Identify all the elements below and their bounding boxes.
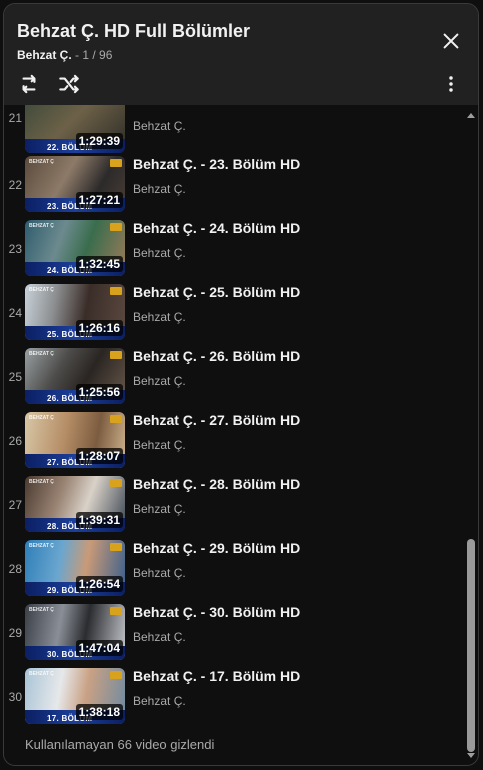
playlist-item[interactable]: 30 BEHZAT Ç 17. BÖLÜM 1:38:18 Behzat Ç. … bbox=[4, 668, 462, 732]
hd-badge-icon bbox=[110, 415, 122, 423]
video-channel: Behzat Ç. bbox=[133, 310, 186, 324]
playlist-item[interactable]: 29 BEHZAT Ç 30. BÖLÜM 1:47:04 Behzat Ç. … bbox=[4, 604, 462, 668]
scrollbar-thumb[interactable] bbox=[467, 539, 475, 752]
hd-badge-icon bbox=[110, 223, 122, 231]
video-thumbnail[interactable]: BEHZAT Ç 23. BÖLÜM 1:27:21 bbox=[25, 156, 125, 212]
video-duration: 1:27:21 bbox=[75, 192, 123, 208]
item-index: 23 bbox=[8, 242, 22, 256]
item-index: 28 bbox=[8, 562, 22, 576]
video-thumbnail[interactable]: BEHZAT Ç 26. BÖLÜM 1:25:56 bbox=[25, 348, 125, 404]
video-channel: Behzat Ç. bbox=[133, 630, 186, 644]
video-thumbnail[interactable]: BEHZAT Ç 29. BÖLÜM 1:26:54 bbox=[25, 540, 125, 596]
video-duration: 1:25:56 bbox=[75, 384, 123, 400]
playlist-item[interactable]: 28 BEHZAT Ç 29. BÖLÜM 1:26:54 Behzat Ç. … bbox=[4, 540, 462, 604]
video-thumbnail[interactable]: BEHZAT Ç 30. BÖLÜM 1:47:04 bbox=[25, 604, 125, 660]
channel-logo-icon: BEHZAT Ç bbox=[29, 607, 54, 613]
video-title[interactable]: Behzat Ç. - 27. Bölüm HD bbox=[133, 412, 300, 428]
video-title[interactable]: Behzat Ç. - 24. Bölüm HD bbox=[133, 220, 300, 236]
channel-logo-icon: BEHZAT Ç bbox=[29, 671, 54, 677]
item-index: 21 bbox=[8, 111, 22, 125]
playlist-item[interactable]: 23 BEHZAT Ç 24. BÖLÜM 1:32:45 Behzat Ç. … bbox=[4, 220, 462, 284]
playlist-scrollbar[interactable] bbox=[462, 105, 478, 765]
item-index: 30 bbox=[8, 690, 22, 704]
hd-badge-icon bbox=[110, 671, 122, 679]
playlist-item[interactable]: 25 BEHZAT Ç 26. BÖLÜM 1:25:56 Behzat Ç. … bbox=[4, 348, 462, 412]
video-channel: Behzat Ç. bbox=[133, 694, 186, 708]
playlist-header: Behzat Ç. HD Full Bölümler Behzat Ç. - 1… bbox=[4, 4, 478, 105]
video-thumbnail[interactable]: BEHZAT Ç 24. BÖLÜM 1:32:45 bbox=[25, 220, 125, 276]
video-title[interactable]: Behzat Ç. - 25. Bölüm HD bbox=[133, 284, 300, 300]
video-thumbnail[interactable]: BEHZAT Ç 25. BÖLÜM 1:26:16 bbox=[25, 284, 125, 340]
video-thumbnail[interactable]: BEHZAT Ç 17. BÖLÜM 1:38:18 bbox=[25, 668, 125, 724]
video-duration: 1:28:07 bbox=[75, 448, 123, 464]
channel-logo-icon: BEHZAT Ç bbox=[29, 223, 54, 229]
subtitle-separator: - bbox=[71, 48, 83, 62]
video-title[interactable]: Behzat Ç. - 29. Bölüm HD bbox=[133, 540, 300, 556]
video-channel: Behzat Ç. bbox=[133, 502, 186, 516]
more-vert-icon[interactable] bbox=[440, 71, 462, 97]
video-title[interactable]: Behzat Ç. - 23. Bölüm HD bbox=[133, 156, 300, 172]
channel-logo-icon: BEHZAT Ç bbox=[29, 351, 54, 357]
hd-badge-icon bbox=[110, 479, 122, 487]
hd-badge-icon bbox=[110, 543, 122, 551]
playlist-panel: Behzat Ç. HD Full Bölümler Behzat Ç. - 1… bbox=[3, 3, 479, 766]
video-title[interactable]: Behzat Ç. - 30. Bölüm HD bbox=[133, 604, 300, 620]
playlist-item[interactable]: 26 BEHZAT Ç 27. BÖLÜM 1:28:07 Behzat Ç. … bbox=[4, 412, 462, 476]
playlist-items: 21 22. BÖLÜM 1:29:39 Behzat Ç. 22 BEHZAT… bbox=[4, 105, 462, 765]
video-title[interactable]: Behzat Ç. - 28. Bölüm HD bbox=[133, 476, 300, 492]
video-channel: Behzat Ç. bbox=[133, 374, 186, 388]
channel-logo-icon: BEHZAT Ç bbox=[29, 287, 54, 293]
item-index: 26 bbox=[8, 434, 22, 448]
close-icon[interactable] bbox=[440, 30, 462, 52]
channel-logo-icon: BEHZAT Ç bbox=[29, 415, 54, 421]
video-thumbnail[interactable]: BEHZAT Ç 28. BÖLÜM 1:39:31 bbox=[25, 476, 125, 532]
scroll-up-icon[interactable] bbox=[467, 113, 475, 118]
playlist-position: 1 / 96 bbox=[82, 48, 113, 62]
hidden-videos-note: Kullanılamayan 66 video gizlendi bbox=[25, 737, 215, 752]
hd-badge-icon bbox=[110, 287, 122, 295]
playlist-item[interactable]: 22 BEHZAT Ç 23. BÖLÜM 1:27:21 Behzat Ç. … bbox=[4, 156, 462, 220]
video-title[interactable]: Behzat Ç. - 17. Bölüm HD bbox=[133, 668, 300, 684]
video-channel: Behzat Ç. bbox=[133, 566, 186, 580]
item-index: 22 bbox=[8, 178, 22, 192]
channel-logo-icon: BEHZAT Ç bbox=[29, 159, 54, 165]
item-index: 25 bbox=[8, 370, 22, 384]
video-thumbnail[interactable]: 22. BÖLÜM 1:29:39 bbox=[25, 105, 125, 153]
video-duration: 1:39:31 bbox=[75, 512, 123, 528]
channel-logo-icon: BEHZAT Ç bbox=[29, 543, 54, 549]
video-duration: 1:32:45 bbox=[75, 256, 123, 272]
video-channel: Behzat Ç. bbox=[133, 182, 186, 196]
playlist-title[interactable]: Behzat Ç. HD Full Bölümler bbox=[17, 21, 250, 42]
playlist-item[interactable]: 24 BEHZAT Ç 25. BÖLÜM 1:26:16 Behzat Ç. … bbox=[4, 284, 462, 348]
video-channel: Behzat Ç. bbox=[133, 438, 186, 452]
item-index: 27 bbox=[8, 498, 22, 512]
video-thumbnail[interactable]: BEHZAT Ç 27. BÖLÜM 1:28:07 bbox=[25, 412, 125, 468]
video-channel: Behzat Ç. bbox=[133, 119, 186, 133]
playlist-subtitle: Behzat Ç. - 1 / 96 bbox=[17, 48, 112, 62]
item-index: 29 bbox=[8, 626, 22, 640]
shuffle-icon[interactable] bbox=[56, 71, 82, 97]
channel-logo-icon: BEHZAT Ç bbox=[29, 479, 54, 485]
video-channel: Behzat Ç. bbox=[133, 246, 186, 260]
video-title[interactable]: Behzat Ç. - 26. Bölüm HD bbox=[133, 348, 300, 364]
hd-badge-icon bbox=[110, 351, 122, 359]
playlist-item[interactable]: 21 22. BÖLÜM 1:29:39 Behzat Ç. bbox=[4, 105, 462, 161]
video-duration: 1:47:04 bbox=[75, 640, 123, 656]
playlist-item[interactable]: 27 BEHZAT Ç 28. BÖLÜM 1:39:31 Behzat Ç. … bbox=[4, 476, 462, 540]
playlist-channel[interactable]: Behzat Ç. bbox=[17, 48, 72, 62]
video-duration: 1:26:16 bbox=[75, 320, 123, 336]
video-duration: 1:38:18 bbox=[75, 704, 123, 720]
video-duration: 1:29:39 bbox=[75, 133, 123, 149]
scroll-down-icon[interactable] bbox=[467, 753, 475, 758]
hd-badge-icon bbox=[110, 159, 122, 167]
video-duration: 1:26:54 bbox=[75, 576, 123, 592]
loop-icon[interactable] bbox=[16, 71, 42, 97]
item-index: 24 bbox=[8, 306, 22, 320]
hd-badge-icon bbox=[110, 607, 122, 615]
